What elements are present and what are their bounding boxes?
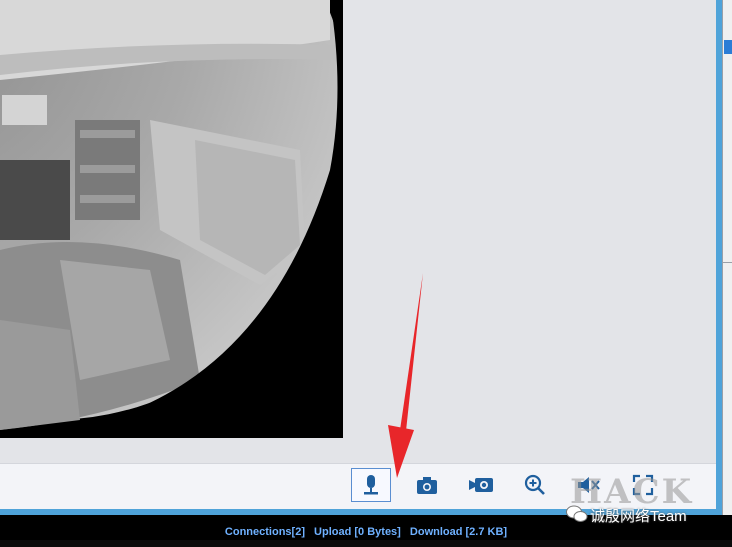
zoom-in-icon xyxy=(524,474,545,495)
watermark-caption: 诚殷网络Team xyxy=(590,508,687,525)
camera-video-feed xyxy=(0,0,343,438)
annotation-arrow xyxy=(388,273,423,478)
side-scroll-strip[interactable] xyxy=(722,0,732,515)
download-status: Download [2.7 KB] xyxy=(409,526,508,538)
upload-status: Upload [0 Bytes] xyxy=(314,526,401,538)
zoom-button[interactable] xyxy=(515,468,555,502)
status-bottom-strip xyxy=(0,540,732,547)
record-button[interactable] xyxy=(461,468,501,502)
scroll-divider xyxy=(722,262,732,263)
fisheye-image xyxy=(0,0,343,438)
status-text-row: Connections[2] Upload [0 Bytes] Download… xyxy=(0,524,732,540)
wechat-logo-icon xyxy=(566,505,588,522)
video-camera-icon xyxy=(469,478,493,492)
scroll-arrow-icon[interactable] xyxy=(724,40,732,54)
connections-status: Connections[2] xyxy=(224,526,305,538)
